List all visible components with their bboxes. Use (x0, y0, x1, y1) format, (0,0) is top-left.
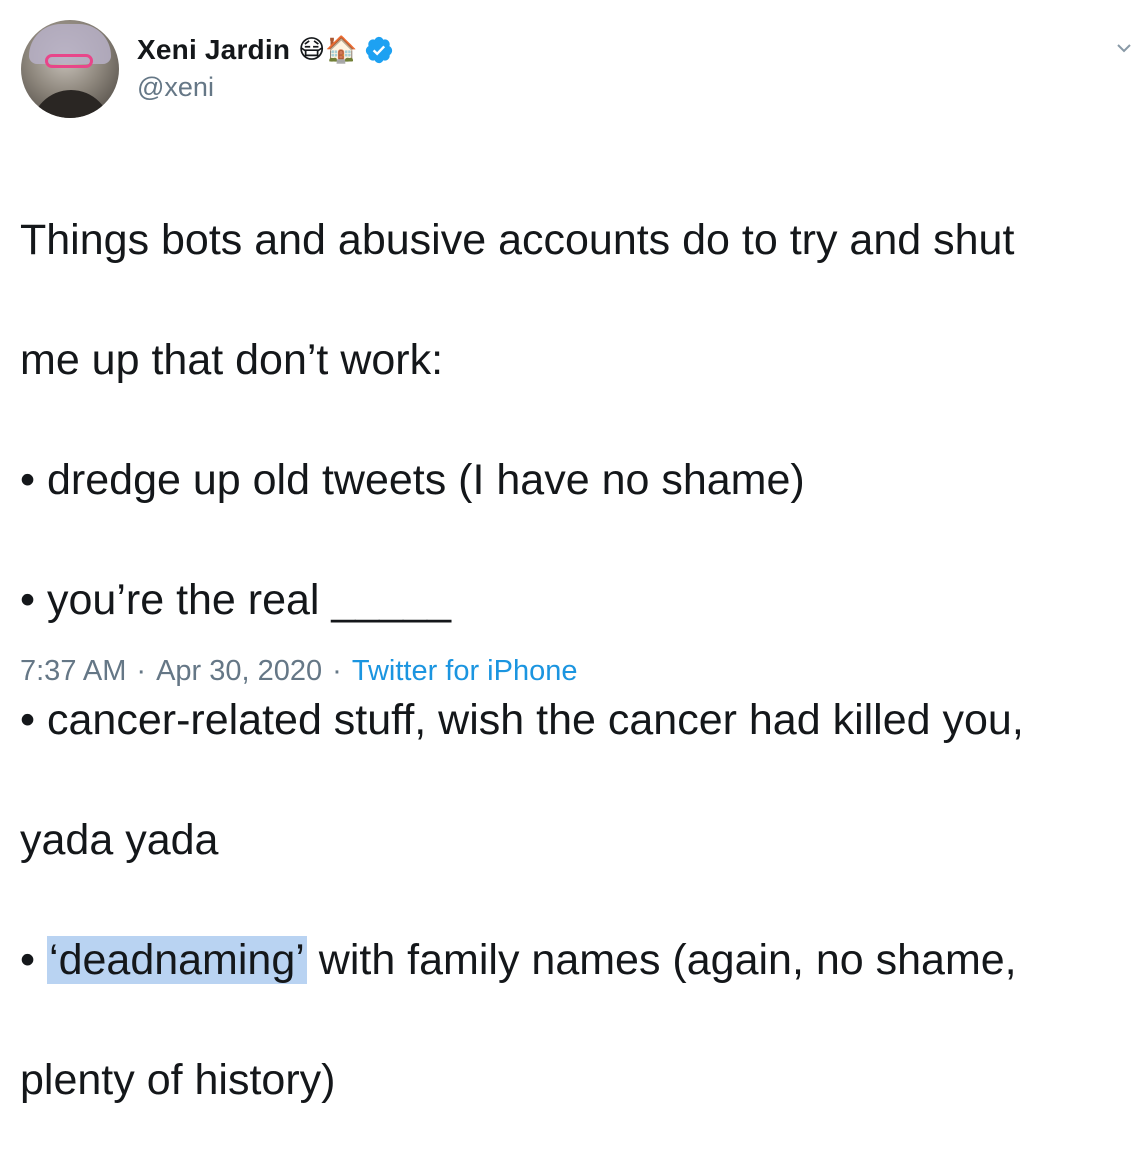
separator: · (136, 655, 147, 687)
avatar-shoulder (31, 90, 111, 118)
bullet: • (20, 936, 48, 984)
author-names: Xeni Jardin 😷🏠 @xeni (137, 32, 394, 103)
handle[interactable]: @xeni (137, 72, 394, 103)
tweet-source[interactable]: Twitter for iPhone (352, 655, 578, 687)
avatar[interactable] (21, 20, 119, 118)
tweet-line: • cancer-related stuff, wish the cancer … (20, 696, 1024, 744)
tweet-date[interactable]: Apr 30, 2020 (156, 655, 322, 687)
tweet-line: Things bots and abusive accounts do to t… (20, 216, 1015, 264)
tweet-header: Xeni Jardin 😷🏠 @xeni (21, 20, 394, 118)
tweet: Xeni Jardin 😷🏠 @xeni Things bots and abu… (0, 0, 1140, 1104)
tweet-line: • dredge up old tweets (I have no shame) (20, 456, 805, 504)
tweet-line: plenty of history) (20, 1056, 336, 1104)
verified-badge-icon (365, 36, 392, 64)
name-row: Xeni Jardin 😷🏠 (137, 32, 394, 68)
text-selection[interactable]: ‘deadnaming’ (47, 936, 307, 984)
name-emojis: 😷🏠 (298, 35, 358, 65)
avatar-glasses (45, 54, 93, 68)
tweet-meta: 7:37 AM · Apr 30, 2020 · Twitter for iPhone (20, 655, 577, 688)
display-name[interactable]: Xeni Jardin (137, 34, 290, 66)
tweet-line: me up that don’t work: (20, 336, 444, 384)
tweet-line-highlighted: • ‘deadnaming’ with family names (again,… (20, 930, 1130, 990)
tweet-line: • you’re the real _____ (20, 576, 452, 624)
separator: · (332, 655, 342, 687)
tweet-line: yada yada (20, 816, 219, 864)
bullet-rest: with family names (again, no shame, (306, 936, 1017, 984)
chevron-down-icon[interactable] (1116, 40, 1132, 56)
tweet-time[interactable]: 7:37 AM (20, 655, 126, 687)
